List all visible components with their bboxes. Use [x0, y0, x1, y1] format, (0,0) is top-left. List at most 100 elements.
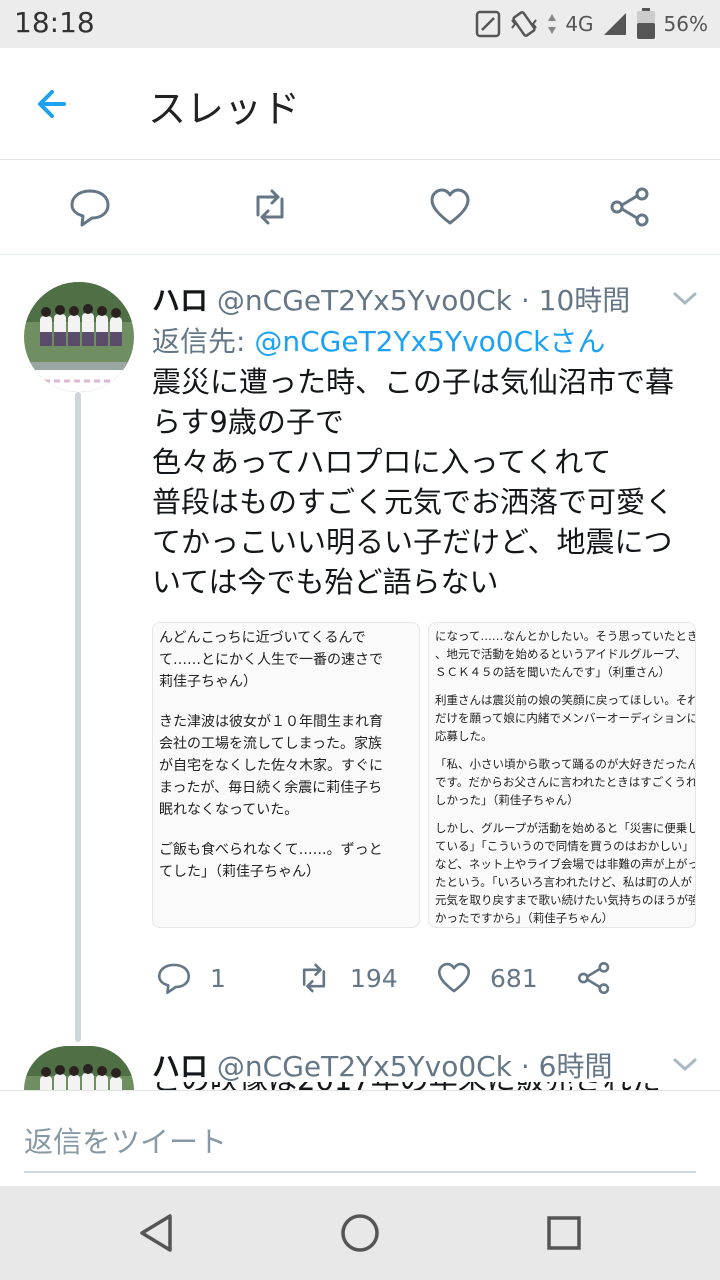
retweet-icon: [302, 963, 326, 993]
media-text-line: です。だからお父さんに言われたときはすごくうれ: [435, 775, 696, 789]
nfc-icon: [475, 10, 501, 38]
group-photo-image: [24, 282, 134, 392]
media-text-line: ＳＣＫ４５の話を聞いたんです」（利重さん）: [435, 665, 671, 679]
reply-compose-bar[interactable]: 返信をツイート: [0, 1090, 720, 1186]
group-photo-image: [24, 1046, 134, 1090]
nav-back-button[interactable]: [134, 1210, 180, 1256]
next-tweet-text: この映像は2017年の年末に販売された: [152, 1082, 712, 1090]
media-gap: [435, 809, 689, 819]
tweet-header: ハロ @nCGeT2Yx5Yvo0Ck · 10時間: [152, 279, 630, 319]
data-arrows-icon: [547, 12, 557, 36]
input-underline: [24, 1171, 696, 1173]
retweet-count-button[interactable]: 194: [296, 960, 398, 996]
media-text-line: 眠れなくなっていた。: [159, 802, 299, 818]
tweet-text-line: らす9歳の子で: [152, 405, 344, 439]
tweet-text-line: てかっこいい明るい子だけど、地震につ: [152, 525, 673, 559]
next-tweet-avatar[interactable]: [24, 1046, 134, 1090]
reply-to-label: 返信先:: [152, 325, 246, 358]
user-name[interactable]: ハロ: [152, 284, 208, 317]
nav-recents-button[interactable]: [541, 1210, 587, 1256]
media-gap: [159, 821, 413, 839]
media-gap: [159, 693, 413, 711]
tweet-text-line: 震災に遭った時、この子は気仙沼市で暮: [152, 365, 675, 399]
reply-button[interactable]: [68, 185, 112, 229]
tweet-text-line: 普段はものすごく元気でお洒落で可愛く: [152, 485, 675, 519]
reply-to-line: 返信先: @nCGeT2Yx5Yvo0Ckさん: [152, 320, 605, 360]
retweet-count: 194: [350, 963, 398, 993]
next-tweet-text-clip: この映像は2017年の年末に販売された: [152, 1082, 712, 1090]
media-text-line: しかし、グループが活動を始めると「災害に便乗し: [435, 821, 696, 835]
media-text-line: が自宅をなくした佐々木家。すぐに: [159, 758, 383, 774]
previous-tweet-actions: [0, 161, 720, 255]
status-time: 18:18: [14, 6, 95, 39]
network-type-label: 4G: [565, 12, 594, 36]
nav-home-button[interactable]: [337, 1210, 383, 1256]
status-icons: 4G 56%: [475, 8, 708, 40]
media-text-line: 会社の工場を流してしまった。家族: [159, 736, 383, 752]
share-button[interactable]: [576, 960, 612, 996]
media-text-line: てした」（莉佳子ちゃん）: [159, 864, 320, 880]
tweet-text-line: いては今でも殆ど語らない: [152, 565, 499, 599]
like-count-button[interactable]: 681: [436, 960, 538, 996]
status-bar: 18:18 4G 56%: [0, 0, 720, 48]
battery-percent: 56%: [663, 12, 708, 36]
media-text-line: など、ネット上やライブ会場では非難の声が上がっ: [435, 857, 696, 871]
media-text-line: んどんこっちに近づいてくるんで: [159, 630, 366, 646]
media-text-line: きた津波は彼女が１０年間生まれ育: [159, 714, 383, 730]
tweet-text-line: 色々あってハロプロに入ってくれて: [152, 445, 612, 479]
reply-icon: [157, 963, 191, 995]
app-bar: スレッド: [0, 48, 720, 160]
tweet-menu-button[interactable]: [672, 290, 698, 308]
tweet-text: 震災に遭った時、この子は気仙沼市で暮 らす9歳の子で 色々あってハロプロに入って…: [152, 362, 702, 602]
separator-dot: ·: [520, 1050, 539, 1083]
chevron-down-icon: [673, 1058, 697, 1072]
circle-home-icon: [341, 1214, 379, 1252]
user-name[interactable]: ハロ: [152, 1050, 208, 1083]
media-text-line: しかった」（莉佳子ちゃん）: [435, 793, 579, 807]
media-text-line: かったですから」（莉佳子ちゃん）: [435, 911, 614, 925]
back-arrow-icon: [38, 90, 66, 118]
user-handle[interactable]: @nCGeT2Yx5Yvo0Ck: [217, 284, 512, 317]
page-title: スレッド: [148, 87, 301, 131]
next-tweet-header: ハロ @nCGeT2Yx5Yvo0Ck · 6時間: [152, 1045, 612, 1085]
media-text-line: 、地元で活動を始めるというアイドルグループ、: [435, 647, 687, 661]
media-image-right[interactable]: になって……なんとかしたい。そう思っていたときに 、地元で活動を始めるというアイ…: [428, 622, 696, 928]
reply-count-button[interactable]: 1: [156, 960, 226, 996]
like-button[interactable]: [428, 185, 472, 229]
media-text-line: だけを願って娘に内緒でメンバーオーディションに: [435, 711, 696, 725]
battery-icon: [636, 8, 656, 40]
retweet-button[interactable]: [248, 185, 292, 229]
square-recents-icon: [547, 1216, 581, 1250]
media-text-line: 応募した。: [435, 729, 493, 743]
media-text-line: ている」「こういうので同情を買うのはおかしい」: [435, 839, 694, 853]
chevron-down-icon: [673, 292, 697, 306]
media-gap: [435, 745, 689, 755]
reply-input[interactable]: 返信をツイート: [24, 1119, 227, 1161]
share-icon: [610, 187, 649, 227]
system-nav-bar: [0, 1186, 720, 1280]
media-text-line: 「私、小さい頃から歌って踊るのが大好きだったん: [435, 757, 696, 771]
media-image-left[interactable]: んどんこっちに近づいてくるんで て……とにかく人生で一番の速さで 莉佳子ちゃん）…: [152, 622, 420, 928]
back-button[interactable]: [30, 82, 78, 126]
signal-icon: [602, 11, 628, 37]
reply-icon: [70, 189, 110, 227]
heart-icon: [437, 962, 471, 993]
media-text-line: 利重さんは震災前の娘の笑顔に戻ってほしい。それ: [435, 693, 696, 707]
thread-line: [75, 392, 81, 1042]
media-text-line: たという。「いろいろ言われたけど、私は町の人が: [435, 875, 692, 889]
reply-to-link[interactable]: @nCGeT2Yx5Yvo0Ckさん: [254, 325, 605, 358]
media-text-line: て……とにかく人生で一番の速さで: [159, 652, 383, 668]
media-text-line: 元気を取り戻すまで歌い続けたい気持ちのほうが強: [435, 893, 696, 907]
tweet-time: 6時間: [538, 1050, 613, 1083]
triangle-back-icon: [140, 1214, 172, 1252]
next-tweet-menu-button[interactable]: [672, 1056, 698, 1074]
share-button[interactable]: [608, 185, 652, 229]
user-handle[interactable]: @nCGeT2Yx5Yvo0Ck: [217, 1050, 512, 1083]
tweet-actions: 1 194 681: [152, 960, 712, 1010]
separator-dot: ·: [520, 284, 539, 317]
media-text-line: まったが、毎日続く余震に莉佳子ち: [159, 780, 383, 796]
media-text-line: 莉佳子ちゃん）: [159, 674, 257, 690]
tweet-time: 10時間: [538, 284, 631, 317]
share-icon: [577, 961, 610, 995]
avatar[interactable]: [24, 282, 134, 392]
